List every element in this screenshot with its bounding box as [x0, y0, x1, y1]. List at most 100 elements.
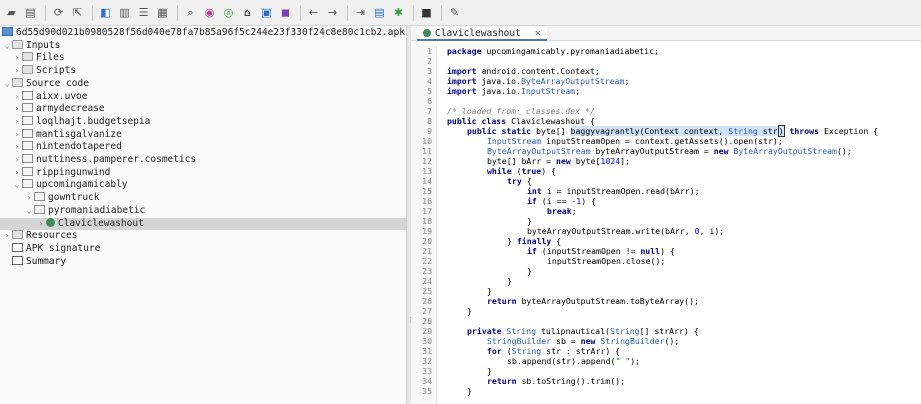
text-search-icon[interactable]: ☰ [135, 4, 152, 21]
chevron-right-icon[interactable]: › [12, 52, 22, 65]
stop-icon[interactable]: ■ [418, 4, 435, 21]
chevron-right-icon[interactable]: › [12, 91, 22, 104]
tab-claviclewashout[interactable]: Claviclewashout × [417, 27, 547, 41]
code-line[interactable]: int i = inputStreamOpen.read(bArr); [527, 186, 700, 196]
chevron-right-icon[interactable]: › [12, 65, 22, 78]
code-line[interactable]: if (i == -1) { [527, 196, 596, 206]
search-icon[interactable]: ⌕ [182, 4, 199, 21]
nav-forward-icon[interactable]: → [324, 4, 341, 21]
line-number: 21 [422, 246, 432, 256]
code-line[interactable]: /* loaded from: classes.dex */ [447, 106, 595, 116]
code-line[interactable]: } [487, 286, 492, 296]
tree-class-selected[interactable]: › Claviclewashout [0, 217, 406, 231]
code-line[interactable]: import java.io.ByteArrayOutputStream; [447, 76, 629, 86]
chevron-right-icon[interactable]: › [12, 167, 22, 180]
code-token: { [551, 236, 562, 246]
tree-package[interactable]: › aixx.uvoe [0, 90, 406, 104]
code-line[interactable]: try { [507, 176, 532, 186]
code-line[interactable]: } [467, 386, 472, 396]
back-view-icon[interactable]: ◧ [97, 4, 114, 21]
code-line[interactable]: } [467, 306, 472, 316]
chevron-right-icon[interactable]: › [12, 116, 22, 129]
code-token: public class [447, 116, 507, 126]
code-line[interactable]: while (true) { [487, 166, 556, 176]
code-line[interactable]: package upcomingamicably.pyromaniadiabet… [447, 46, 659, 56]
line-number: 18 [422, 216, 432, 226]
chevron-right-icon[interactable]: › [2, 230, 12, 243]
code-line[interactable]: if (inputStreamOpen != null) { [527, 246, 675, 256]
preferences-icon[interactable]: ✎ [446, 4, 463, 21]
bug-icon[interactable]: ✱ [390, 4, 407, 21]
chevron-right-icon[interactable]: › [12, 129, 22, 142]
tree-package[interactable]: › rippingunwind [0, 166, 406, 180]
code-line[interactable]: byteArrayOutputStream.write(bArr, 0, i); [527, 226, 724, 236]
chevron-right-icon[interactable]: › [12, 103, 22, 116]
tree-package[interactable]: › armydecrease [0, 103, 406, 116]
sync-icon[interactable]: ⟳ [50, 4, 67, 21]
smali-icon[interactable]: ◼ [277, 4, 294, 21]
nav-back-icon[interactable]: ← [305, 4, 322, 21]
tree-item-inputs[interactable]: ⌄ Inputs [0, 39, 406, 53]
tree-package[interactable]: › nintendotapered [0, 141, 406, 154]
chevron-down-icon[interactable]: ⌄ [24, 205, 34, 218]
code-line[interactable]: public class Claviclewashout { [447, 116, 595, 126]
code-line[interactable]: } [527, 266, 532, 276]
code-line[interactable]: } [487, 366, 492, 376]
home-icon[interactable]: ⌂ [239, 4, 256, 21]
code-line[interactable]: } [507, 276, 512, 286]
chevron-down-icon[interactable]: ⌄ [2, 40, 12, 53]
tree-package[interactable]: › nuttiness.pamperer.cosmetics [0, 154, 406, 167]
find-class-icon[interactable]: ◎ [220, 4, 237, 21]
tree-item-source-code[interactable]: ⌄ Source code [0, 77, 406, 91]
class-search-icon[interactable]: ▦ [154, 4, 171, 21]
chevron-right-icon[interactable]: › [24, 192, 34, 205]
close-icon[interactable]: × [535, 28, 541, 39]
code-line[interactable]: for (String str : strArr) { [487, 346, 620, 356]
tree-item-files[interactable]: › Files [0, 52, 406, 65]
code-line[interactable]: break; [547, 206, 577, 216]
chevron-down-icon[interactable]: ⌄ [12, 179, 22, 192]
code-line[interactable]: } [527, 216, 532, 226]
decompile-icon[interactable]: ▣ [258, 4, 275, 21]
code-line[interactable]: public static byte[] baggyvagrantly(Cont… [467, 125, 878, 137]
code-token: String [609, 326, 640, 336]
quick-open-icon[interactable]: ⇥ [352, 4, 369, 21]
code-token: ]; [620, 156, 630, 166]
chevron-right-icon[interactable]: › [36, 218, 46, 231]
save-all-icon[interactable]: ▤ [22, 4, 39, 21]
folder-icon [12, 230, 23, 240]
tree-item-resources[interactable]: › Resources [0, 230, 406, 243]
code-line[interactable]: inputStreamOpen.close(); [547, 256, 665, 266]
code-token: i = inputStreamOpen.read(bArr); [541, 186, 700, 196]
chevron-right-icon[interactable]: › [12, 141, 22, 154]
code-line[interactable]: import java.io.InputStream; [447, 86, 580, 96]
code-line[interactable]: sb.append(str).append(" "); [507, 356, 640, 366]
tree-item-apk-signature[interactable]: APK signature [0, 242, 406, 256]
forward-view-icon[interactable]: ▥ [116, 4, 133, 21]
tree-root[interactable]: 6d55d90d021b0980528f56d040e78fa7b85a96f5… [0, 27, 406, 40]
export-icon[interactable]: ⇱ [69, 4, 86, 21]
tree-package[interactable]: › mantisgalvanize [0, 128, 406, 142]
code-line[interactable]: private String tulipnautical(String[] st… [467, 326, 699, 336]
chevron-down-icon[interactable]: ⌄ [2, 78, 12, 91]
open-file-icon[interactable]: ▰ [3, 4, 20, 21]
code-line[interactable]: StringBuilder sb = new StringBuilder(); [487, 336, 679, 346]
tree-item-scripts[interactable]: › Scripts [0, 65, 406, 78]
tree-package[interactable]: › loqlhajt.budgetsepia [0, 115, 406, 129]
code-line[interactable]: return sb.toString().trim(); [487, 376, 625, 386]
code-line[interactable]: } finally { [507, 236, 561, 246]
chevron-right-icon[interactable]: › [12, 154, 22, 167]
tree-package[interactable]: ⌄ pyromaniadiabetic [0, 204, 406, 218]
tree-package[interactable]: › gowntruck [0, 192, 406, 205]
code-line[interactable]: return byteArrayOutputStream.toByteArray… [487, 296, 699, 306]
code-line[interactable]: ByteArrayOutputStream byteArrayOutputStr… [487, 146, 852, 156]
log-icon[interactable]: ▤ [371, 4, 388, 21]
find-usages-icon[interactable]: ◉ [201, 4, 218, 21]
code-line[interactable]: import android.content.Context; [447, 66, 600, 76]
highlighted-method[interactable]: baggyvagrantly [570, 126, 640, 136]
code-line[interactable]: InputStream inputStreamOpen = context.ge… [487, 136, 783, 146]
code-line[interactable]: byte[] bArr = new byte[1024]; [487, 156, 630, 166]
tree-package[interactable]: ⌄ upcomingamicably [0, 179, 406, 192]
line-number: 8 [427, 116, 432, 126]
tree-item-summary[interactable]: Summary [0, 255, 406, 269]
